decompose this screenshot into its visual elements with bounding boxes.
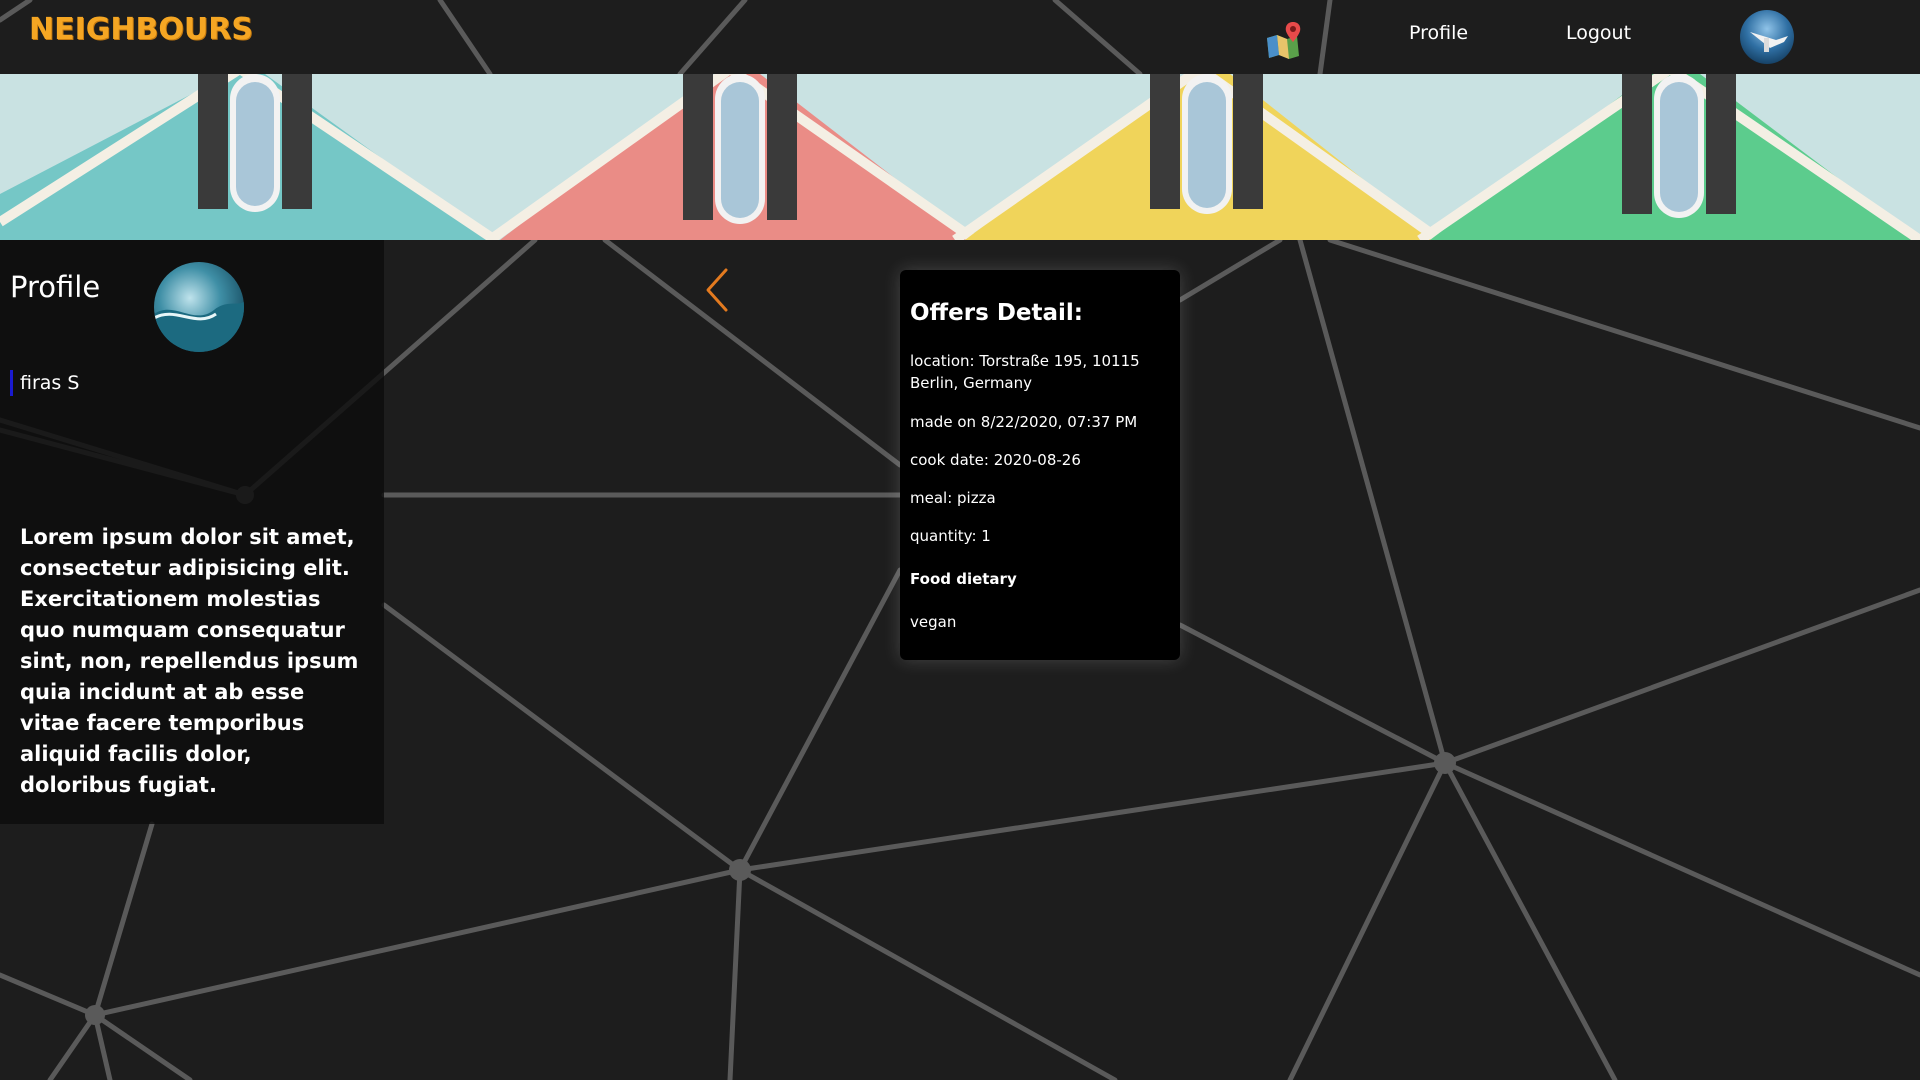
user-avatar[interactable] xyxy=(1740,10,1794,64)
offer-detail-card: Offers Detail: location: Torstraße 195, … xyxy=(900,270,1180,660)
offer-location: location: Torstraße 195, 10115 Berlin, G… xyxy=(910,352,1140,392)
offer-meal: meal: pizza xyxy=(910,489,996,507)
profile-avatar xyxy=(154,262,244,352)
profile-name: firas S xyxy=(10,370,79,396)
offer-dietary-value: vegan xyxy=(910,613,957,631)
offer-title: Offers Detail: xyxy=(910,300,1083,326)
page: NEIGHBOURS Profile Logout Profile firas … xyxy=(0,0,1920,1080)
offer-made-on: made on 8/22/2020, 07:37 PM xyxy=(910,413,1138,431)
profile-panel: Profile firas S Lorem ipsum dolor sit am… xyxy=(0,240,384,824)
offer-dietary-label: Food dietary xyxy=(910,570,1017,588)
map-pin-icon[interactable] xyxy=(1265,20,1305,60)
avatar-image xyxy=(1740,10,1794,64)
profile-title: Profile xyxy=(10,270,101,304)
nav-logout-link[interactable]: Logout xyxy=(1566,22,1631,44)
offer-quantity: quantity: 1 xyxy=(910,527,991,545)
profile-avatar-image xyxy=(154,262,244,352)
top-navbar: NEIGHBOURS Profile Logout xyxy=(0,0,1920,74)
offer-cook-date: cook date: 2020-08-26 xyxy=(910,451,1081,469)
nav-profile-link[interactable]: Profile xyxy=(1409,22,1468,44)
profile-bio: Lorem ipsum dolor sit amet, consectetur … xyxy=(20,525,359,797)
brand-logo[interactable]: NEIGHBOURS xyxy=(29,12,253,47)
back-arrow-icon[interactable] xyxy=(702,266,732,314)
houses-banner xyxy=(0,74,1920,240)
